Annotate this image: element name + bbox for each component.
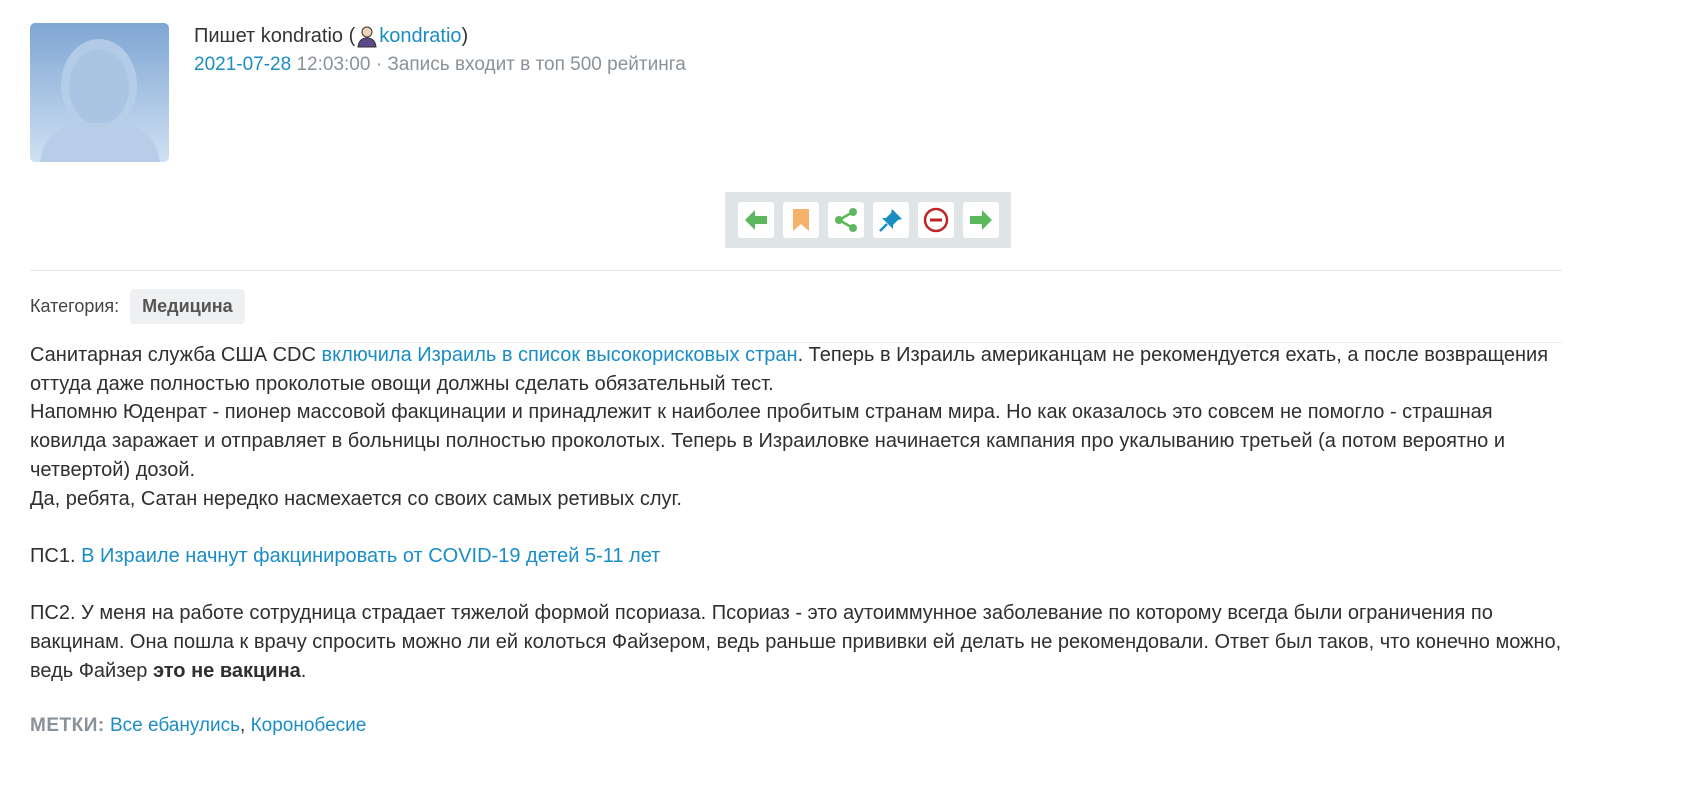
share-icon — [834, 208, 857, 232]
author-suffix: ) — [461, 24, 469, 47]
paragraph: Напомню Юденрат - пионер массовой факцин… — [30, 401, 1506, 481]
ps1-paragraph: ПС1. В Израиле начнут факцинировать от C… — [30, 542, 1570, 571]
author-link[interactable]: kondratio — [379, 25, 461, 48]
text: ПС1. — [30, 544, 82, 567]
tags-label: МЕТКИ: — [30, 715, 105, 736]
ps2-paragraph: ПС2. У меня на работе сотрудница страдае… — [30, 599, 1570, 685]
pin-icon — [878, 209, 902, 232]
post-meta: 2021-07-28 12:03:00 · Запись входит в то… — [194, 54, 686, 76]
post-page: Пишет kondratio ( kondratio ) 2021-07-28… — [0, 0, 1688, 806]
arrow-right-icon — [969, 210, 992, 230]
arrow-left-icon — [744, 210, 767, 230]
avatar[interactable] — [30, 23, 169, 162]
tags-row: МЕТКИ: Все ебанулись, Коронобесие — [30, 715, 366, 737]
avatar-placeholder-icon — [30, 23, 169, 162]
block-icon — [923, 207, 948, 233]
prev-post-button[interactable] — [737, 202, 774, 238]
user-icon — [355, 24, 379, 48]
paragraph: Да, ребята, Сатан нередко насмехается со… — [30, 487, 682, 510]
tag-link[interactable]: Все ебанулись — [110, 715, 240, 736]
block-button[interactable] — [917, 202, 954, 238]
bookmark-icon — [792, 209, 809, 231]
text: Санитарная служба США CDC — [30, 344, 322, 366]
cdc-link[interactable]: включила Израиль в список высокорисковых… — [321, 344, 797, 366]
category-label: Категория: — [30, 296, 120, 316]
text: . — [300, 659, 307, 682]
tag-separator: , — [240, 715, 251, 736]
share-button[interactable] — [827, 202, 864, 238]
bold-text: это не вакцина — [152, 659, 301, 682]
next-post-button[interactable] — [962, 202, 999, 238]
post-time: 12:03:00 · — [291, 54, 388, 75]
divider — [30, 270, 1562, 271]
pin-button[interactable] — [872, 202, 909, 238]
rating-note: Запись входит в топ 500 рейтинга — [387, 54, 686, 75]
paragraph: Санитарная служба США CDC включила Израи… — [30, 341, 1570, 398]
category-row: Категория: Медицина — [30, 289, 245, 324]
post-body: Санитарная служба США CDC включила Израи… — [30, 341, 1570, 685]
category-chip[interactable]: Медицина — [130, 289, 245, 324]
bookmark-button[interactable] — [782, 202, 819, 238]
author-prefix: Пишет kondratio ( — [194, 24, 356, 47]
tag-link[interactable]: Коронобесие — [251, 715, 367, 736]
ps1-link[interactable]: В Израиле начнут факцинировать от COVID-… — [81, 545, 660, 567]
post-date-link[interactable]: 2021-07-28 — [194, 54, 291, 75]
author-line: Пишет kondratio ( kondratio ) — [194, 24, 468, 48]
post-toolbar — [725, 192, 1011, 248]
